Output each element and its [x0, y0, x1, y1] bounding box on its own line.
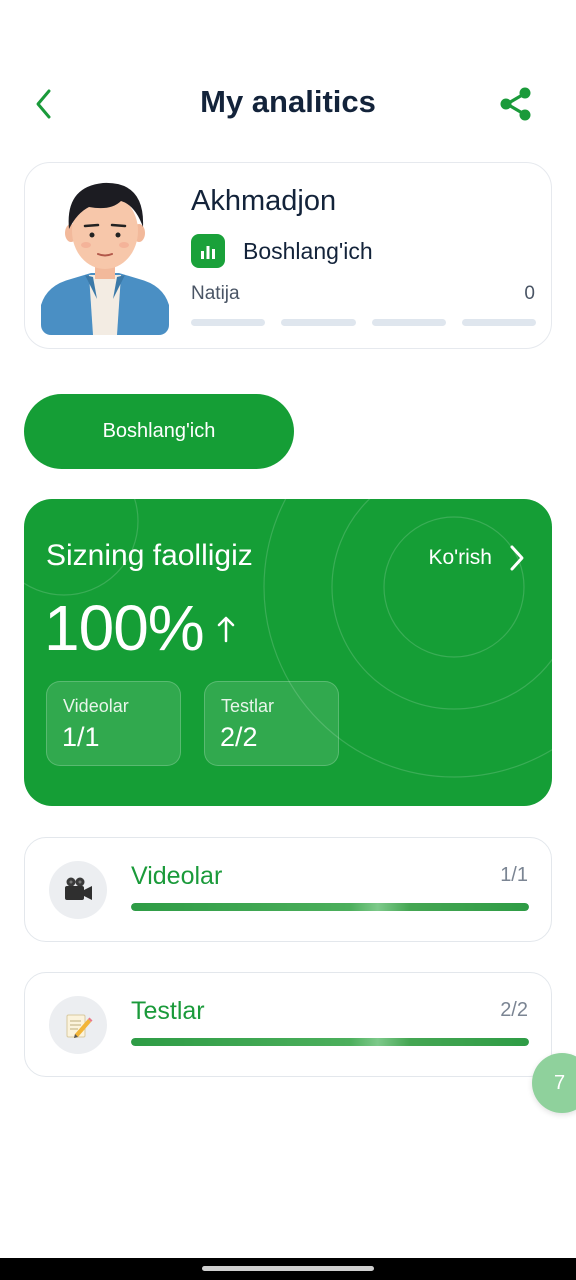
system-navigation-bar: [0, 1258, 576, 1280]
activity-card: Sizning faolligiz Ko'rish 100% Videolar …: [24, 499, 552, 806]
activity-title: Sizning faolligiz: [46, 539, 253, 572]
bar-chart-icon: [191, 234, 225, 268]
chevron-right-icon: [508, 543, 532, 573]
progress-count: 1/1: [500, 864, 528, 886]
share-button[interactable]: [496, 84, 536, 124]
progress-track: [131, 1038, 529, 1046]
result-progress-bar: [191, 319, 536, 326]
progress-fill: [131, 903, 529, 911]
arrow-up-icon: [217, 616, 235, 643]
stat-label: Videolar: [63, 696, 129, 716]
stat-value: 1/1: [62, 722, 100, 752]
progress-title: Videolar: [131, 862, 223, 890]
level-label: Boshlang'ich: [243, 237, 373, 264]
stat-box-tests: Testlar 2/2: [204, 681, 339, 766]
avatar: [41, 177, 169, 335]
result-segment: [461, 319, 536, 326]
top-app-bar: My analitics: [0, 70, 576, 136]
view-link-label: Ko'rish: [428, 546, 492, 569]
progress-title: Testlar: [131, 997, 205, 1025]
home-indicator[interactable]: [202, 1266, 374, 1271]
view-link[interactable]: Ko'rish: [428, 539, 532, 577]
level-row: Boshlang'ich: [191, 233, 373, 269]
memo-icon: [49, 996, 107, 1054]
result-segment: [371, 319, 446, 326]
video-camera-icon: [49, 861, 107, 919]
level-button[interactable]: Boshlang'ich: [24, 394, 294, 469]
stat-value: 2/2: [220, 722, 258, 752]
profile-card: Akhmadjon Boshlang'ich Natija 0: [24, 162, 552, 349]
result-value: 0: [524, 283, 535, 304]
result-segment: [191, 319, 266, 326]
videos-progress-card[interactable]: Videolar 1/1: [24, 837, 552, 942]
page-title: My analitics: [200, 84, 376, 119]
progress-track: [131, 903, 529, 911]
activity-percent: 100%: [44, 592, 205, 664]
tests-progress-card[interactable]: Testlar 2/2: [24, 972, 552, 1077]
result-label: Natija: [191, 283, 240, 304]
share-icon: [500, 87, 531, 121]
user-name: Akhmadjon: [191, 185, 337, 217]
stat-box-videos: Videolar 1/1: [46, 681, 181, 766]
result-segment: [281, 319, 356, 326]
stat-label: Testlar: [221, 696, 275, 716]
progress-count: 2/2: [500, 999, 528, 1021]
progress-fill: [131, 1038, 529, 1046]
